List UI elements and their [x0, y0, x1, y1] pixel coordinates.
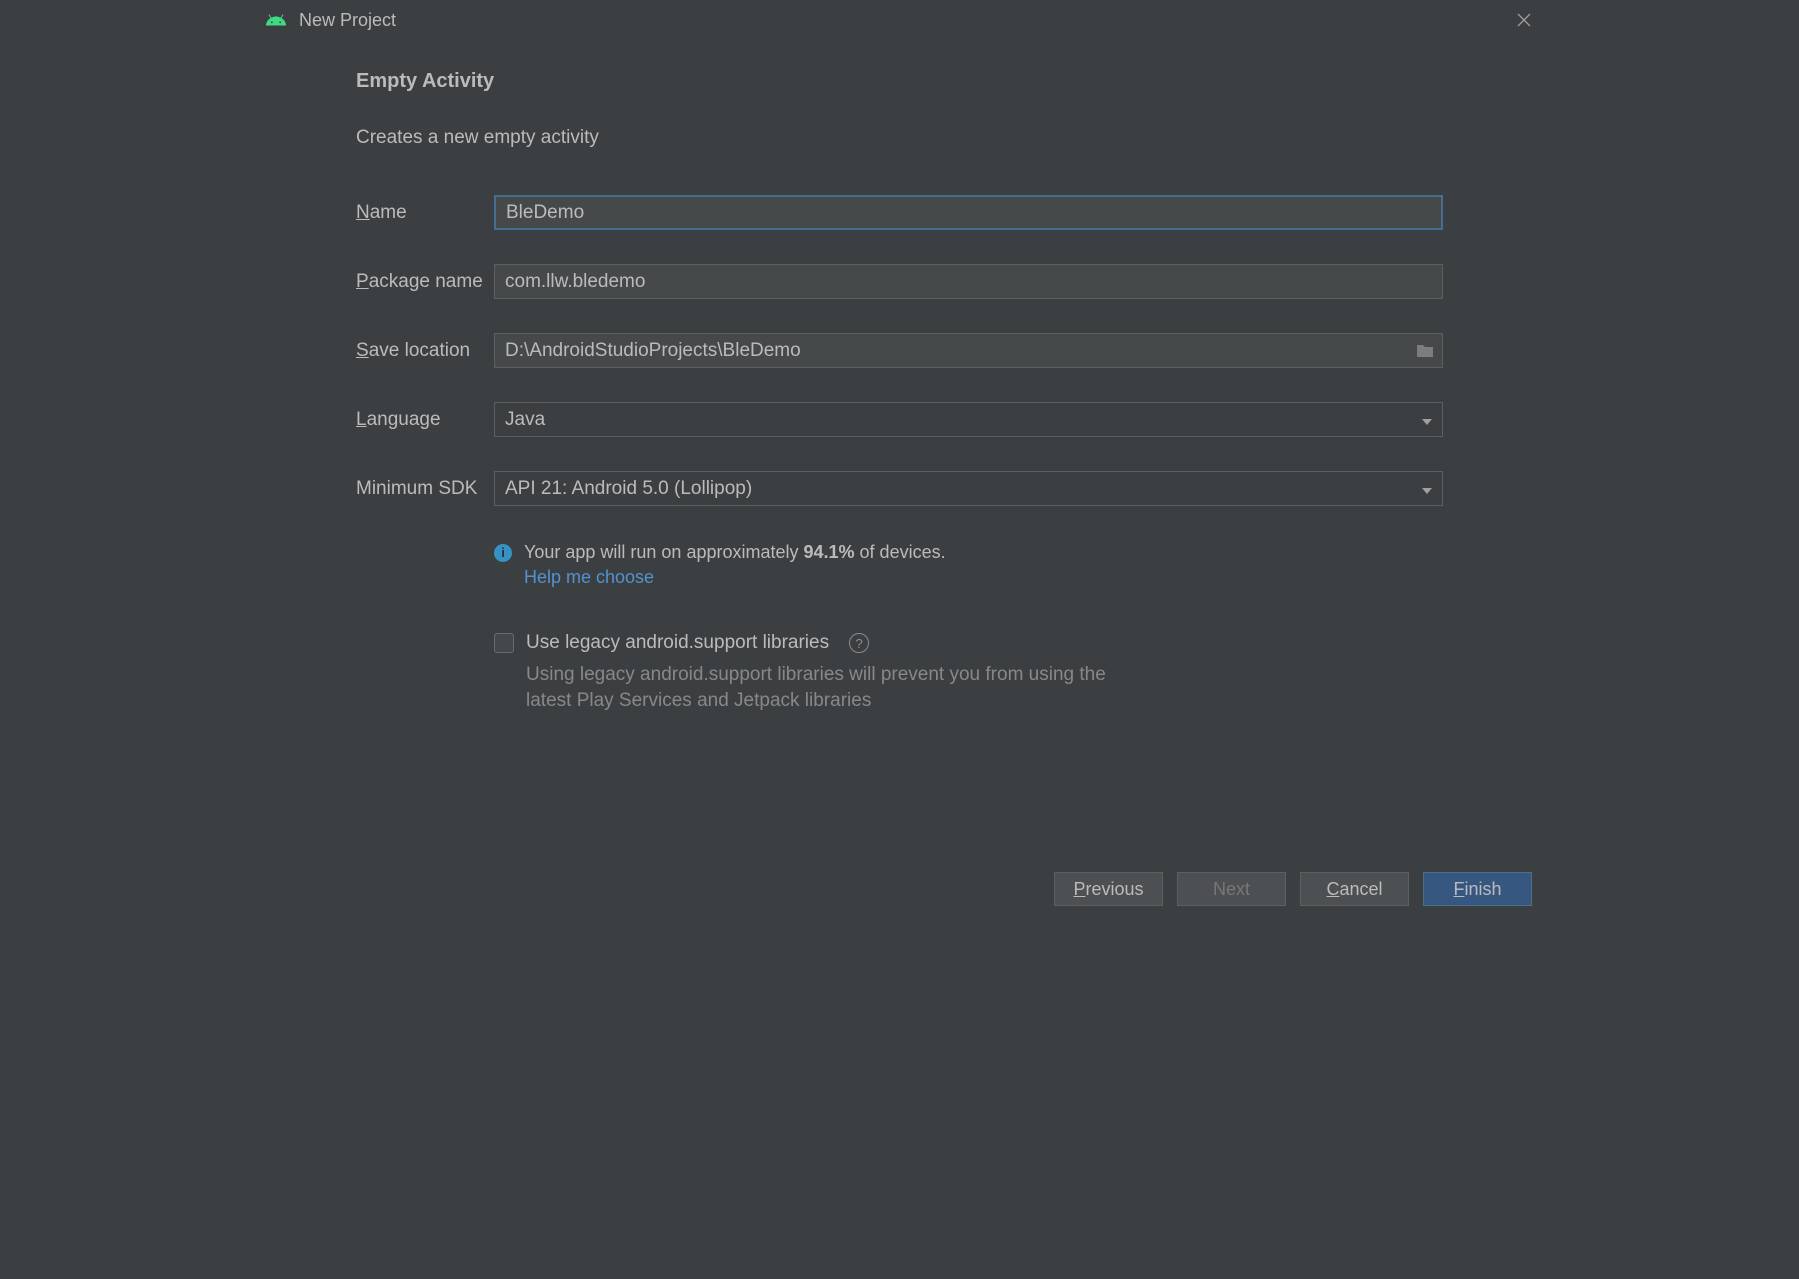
page-title: Empty Activity — [356, 70, 1443, 93]
folder-browse-icon[interactable] — [1415, 343, 1435, 359]
legacy-label: Use legacy android.support libraries — [526, 632, 829, 654]
legacy-hint: Using legacy android.support libraries w… — [526, 662, 1106, 713]
form: Name Package name Save location — [356, 195, 1443, 506]
legacy-section: Use legacy android.support libraries ? U… — [494, 632, 1443, 713]
previous-button[interactable]: Previous — [1054, 872, 1163, 906]
finish-button[interactable]: Finish — [1423, 872, 1532, 906]
label-name: Name — [356, 202, 494, 224]
help-me-choose-link[interactable]: Help me choose — [524, 567, 1443, 588]
label-language: Language — [356, 409, 494, 431]
chevron-down-icon — [1422, 409, 1432, 431]
row-save-location: Save location — [356, 333, 1443, 368]
dialog-content: Empty Activity Creates a new empty activ… — [251, 40, 1548, 862]
save-location-input[interactable] — [494, 333, 1443, 368]
cancel-button[interactable]: Cancel — [1300, 872, 1409, 906]
device-coverage-info: i Your app will run on approximately 94.… — [494, 542, 1443, 588]
window-title: New Project — [299, 10, 1514, 31]
button-bar: Previous Next Cancel Finish — [251, 862, 1548, 928]
package-input[interactable] — [494, 264, 1443, 299]
new-project-dialog: New Project Empty Activity Creates a new… — [251, 0, 1548, 928]
row-name: Name — [356, 195, 1443, 230]
legacy-checkbox-row: Use legacy android.support libraries ? — [494, 632, 1443, 654]
close-icon[interactable] — [1514, 10, 1534, 30]
row-language: Language Java — [356, 402, 1443, 437]
label-min-sdk: Minimum SDK — [356, 478, 494, 500]
help-icon[interactable]: ? — [849, 633, 869, 653]
legacy-checkbox[interactable] — [494, 633, 514, 653]
min-sdk-value: API 21: Android 5.0 (Lollipop) — [505, 478, 752, 500]
page-description: Creates a new empty activity — [356, 127, 1443, 149]
next-button: Next — [1177, 872, 1286, 906]
label-package: Package name — [356, 271, 494, 293]
min-sdk-select[interactable]: API 21: Android 5.0 (Lollipop) — [494, 471, 1443, 506]
android-icon — [265, 12, 287, 28]
label-save-location: Save location — [356, 340, 494, 362]
chevron-down-icon — [1422, 478, 1432, 500]
titlebar: New Project — [251, 0, 1548, 40]
row-package: Package name — [356, 264, 1443, 299]
name-input[interactable] — [494, 195, 1443, 230]
row-min-sdk: Minimum SDK API 21: Android 5.0 (Lollipo… — [356, 471, 1443, 506]
language-select[interactable]: Java — [494, 402, 1443, 437]
language-value: Java — [505, 409, 545, 431]
info-icon: i — [494, 544, 512, 562]
coverage-text: i Your app will run on approximately 94.… — [494, 542, 1443, 563]
